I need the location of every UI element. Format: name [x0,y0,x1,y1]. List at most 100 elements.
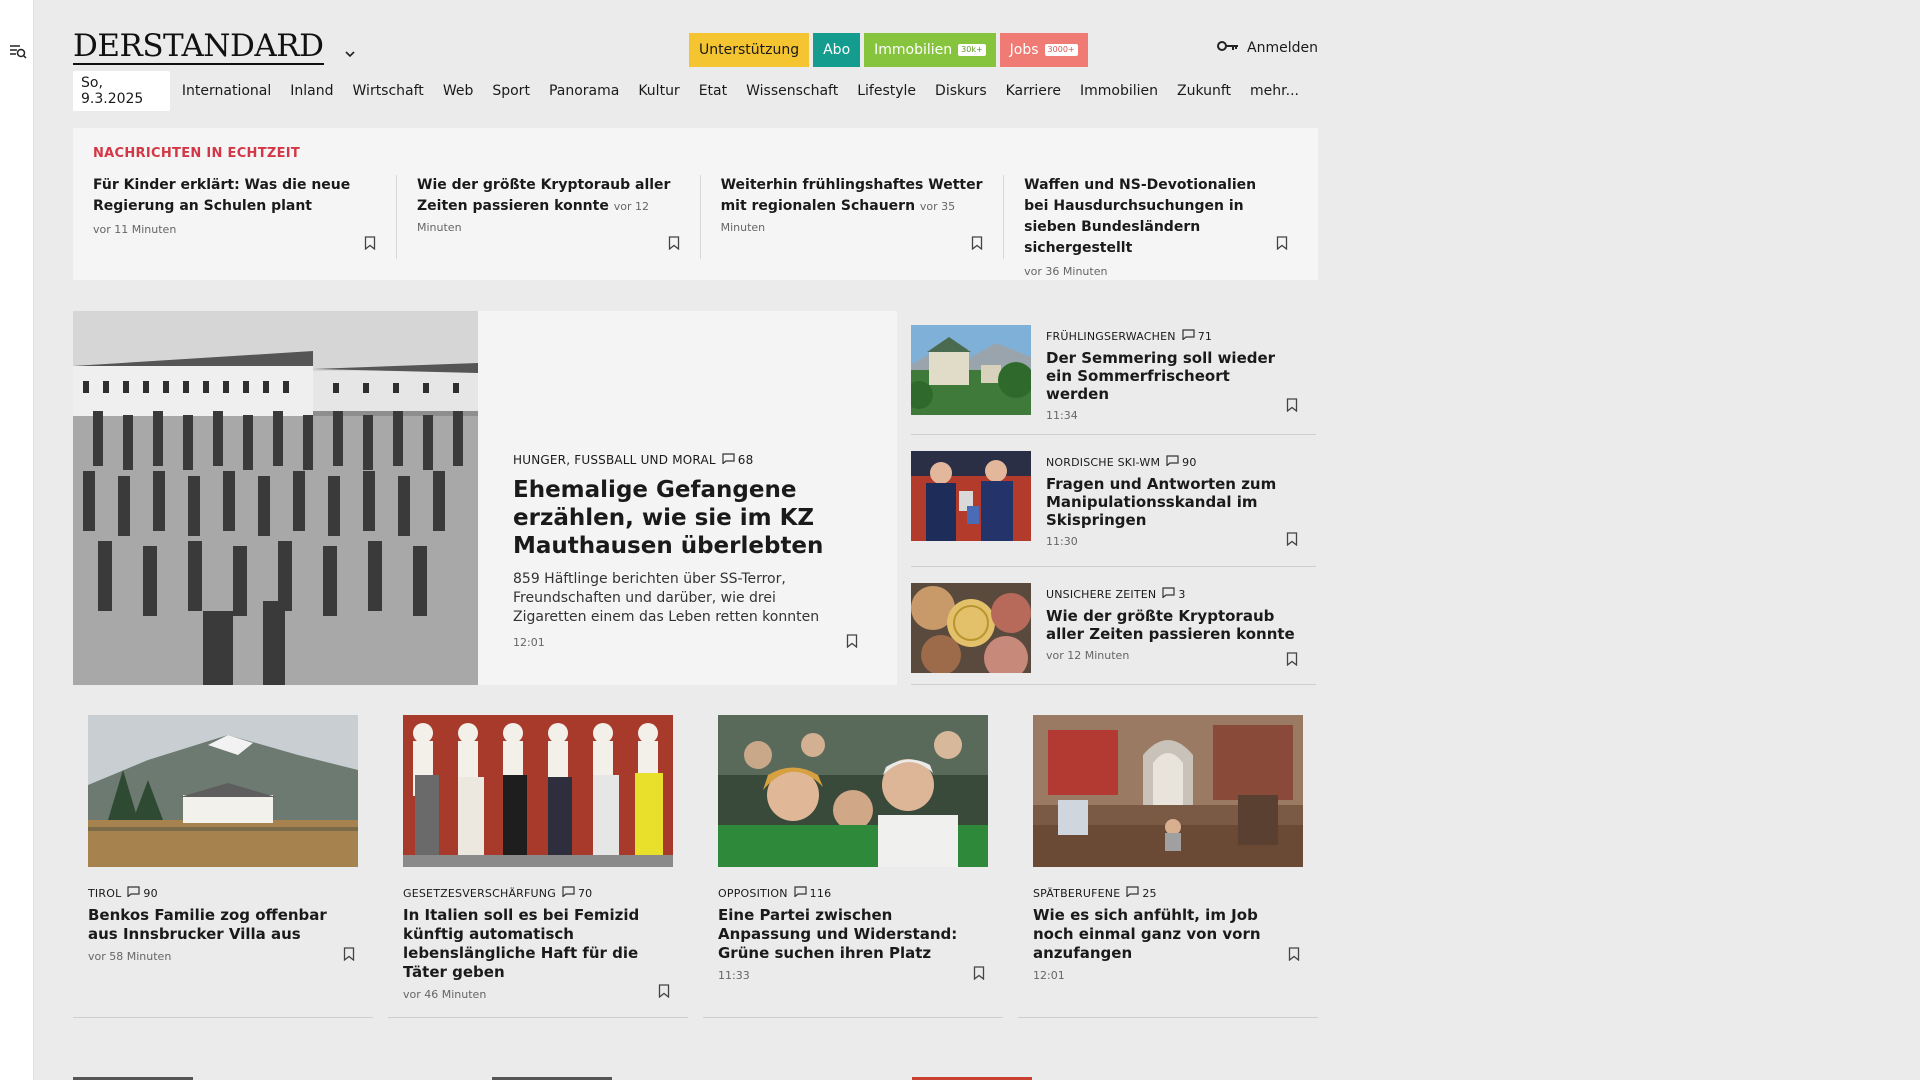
bookmark-icon[interactable] [973,965,985,981]
abo-label: Abo [823,42,851,58]
bookmark-icon[interactable] [364,235,376,251]
bookmark-icon[interactable] [343,946,355,962]
nav-item-diskurs[interactable]: Diskurs [935,83,987,99]
live-news-ticker: NACHRICHTEN IN ECHTZEIT Für Kinder erklä… [73,128,1318,280]
nav-item-wissenschaft[interactable]: Wissenschaft [746,83,838,99]
story-card[interactable]: SPÄTBERUFENE 25 Wie es sich anfühlt, im … [1018,715,1318,1018]
nav-item-immobilien[interactable]: Immobilien [1080,83,1158,99]
story-card-kicker: SPÄTBERUFENE [1033,886,1121,900]
side-story[interactable]: UNSICHERE ZEITEN 3 Wie der größte Krypto… [911,567,1316,685]
side-story-kicker: NORDISCHE SKI-WM [1046,455,1161,469]
bookmark-icon[interactable] [668,235,680,251]
ticker-item[interactable]: Waffen und NS-Devotionalien bei Hausdurc… [1003,175,1298,278]
story-card-time: vor 46 Minuten [403,988,487,1001]
comment-count[interactable]: 71 [1182,329,1212,343]
side-story-title[interactable]: Fragen und Antworten zum Manipulationssk… [1046,475,1296,529]
lead-story[interactable]: HUNGER, FUSSBALL UND MORAL 68 Ehemalige … [73,311,897,685]
nav-item-panorama[interactable]: Panorama [549,83,619,99]
bookmark-icon[interactable] [1276,235,1288,251]
nav-item-wirtschaft[interactable]: Wirtschaft [353,83,424,99]
bookmark-icon[interactable] [1286,397,1298,413]
comment-count-value: 68 [737,453,754,467]
story-card-time: 12:01 [1033,969,1065,982]
bookmark-icon[interactable] [1286,531,1298,547]
ticker-item-title: Waffen und NS-Devotionalien bei Hausdurc… [1024,177,1257,256]
ticker-item[interactable]: Wie der größte Kryptoraub aller Zeiten p… [396,175,700,259]
comment-count[interactable]: 3 [1162,587,1185,601]
nav-item-etat[interactable]: Etat [699,83,727,99]
story-card-image[interactable] [718,715,988,867]
side-story-time: vor 12 Minuten [1046,649,1130,662]
comment-count-value: 70 [577,886,593,900]
jobs-label: Jobs [1009,42,1039,58]
comment-icon [562,886,575,900]
side-story-title[interactable]: Wie der größte Kryptoraub aller Zeiten p… [1046,607,1296,643]
support-button[interactable]: Unterstützung [689,33,810,67]
ticker-item-time: vor 36 Minuten [1024,265,1108,278]
lead-story-kicker: HUNGER, FUSSBALL UND MORAL [513,453,716,467]
immobilien-badge: 30k+ [958,44,986,56]
story-card[interactable]: TIROL 90 Benkos Familie zog offenbar aus… [73,715,373,1018]
nav-item-web[interactable]: Web [443,83,474,99]
story-card-kicker: TIROL [88,886,122,900]
ticker-item[interactable]: Für Kinder erklärt: Was die neue Regieru… [93,175,396,259]
story-card-time: 11:33 [718,969,750,982]
lead-story-time: 12:01 [513,636,545,649]
comment-count[interactable]: 70 [562,886,592,900]
nav-item-zukunft[interactable]: Zukunft [1177,83,1231,99]
bookmark-icon[interactable] [1288,946,1300,962]
side-story-title[interactable]: Der Semmering soll wieder ein Sommerfris… [1046,349,1296,403]
login-button[interactable]: Anmelden [1217,40,1318,56]
chevron-down-icon[interactable] [344,45,356,57]
comment-count[interactable]: 90 [1166,455,1196,469]
comment-icon [1126,886,1139,900]
comment-count[interactable]: 116 [794,886,832,900]
story-card-title[interactable]: Eine Partei zwischen Anpassung und Wider… [718,906,988,963]
nav-item-lifestyle[interactable]: Lifestyle [857,83,916,99]
jobs-button[interactable]: Jobs 3000+ [999,33,1088,67]
nav-item-kultur[interactable]: Kultur [638,83,679,99]
bookmark-icon[interactable] [971,235,983,251]
side-story-image[interactable] [911,451,1031,541]
ticker-heading: NACHRICHTEN IN ECHTZEIT [93,146,301,161]
left-sidebar [0,0,34,1080]
comment-count[interactable]: 90 [127,886,158,900]
key-icon [1217,40,1239,56]
nav-item-international[interactable]: International [182,83,271,99]
nav-item-karriere[interactable]: Karriere [1006,83,1061,99]
comment-count[interactable]: 68 [722,453,754,467]
nav-item-sport[interactable]: Sport [492,83,530,99]
story-card[interactable]: OPPOSITION 116 Eine Partei zwischen Anpa… [703,715,1003,1018]
comment-count-value: 90 [1182,455,1197,469]
side-story-image[interactable] [911,583,1031,673]
story-card-image[interactable] [88,715,358,867]
story-card-title[interactable]: Wie es sich anfühlt, im Job noch einmal … [1033,906,1303,963]
menu-search-icon[interactable] [8,42,28,62]
promo-bar: Unterstützung Abo Immobilien 30k+ Jobs 300… [689,33,1088,67]
side-story-time: 11:30 [1046,535,1078,548]
nav-item-more[interactable]: mehr... [1250,83,1299,99]
comment-count[interactable]: 25 [1126,886,1157,900]
bookmark-icon[interactable] [658,983,670,999]
story-card-title[interactable]: Benkos Familie zog offenbar aus Innsbruc… [88,906,358,944]
immobilien-button[interactable]: Immobilien 30k+ [864,33,996,67]
side-story[interactable]: FRÜHLINGSERWACHEN 71 Der Semmering soll … [911,311,1316,435]
abo-button[interactable]: Abo [813,33,861,67]
comment-count-value: 71 [1197,329,1213,343]
side-story[interactable]: NORDISCHE SKI-WM 90 Fragen und Antworten… [911,435,1316,567]
site-logo[interactable]: DERSTANDARD [73,30,324,65]
lead-story-image[interactable] [73,311,478,685]
side-story-image[interactable] [911,325,1031,415]
bookmark-icon[interactable] [846,633,858,649]
support-label: Unterstützung [699,42,800,58]
lead-story-title[interactable]: Ehemalige Gefangene erzählen, wie sie im… [513,476,833,560]
logo-area: DERSTANDARD [73,30,356,65]
story-card-image[interactable] [1033,715,1303,867]
comment-icon [1162,587,1175,601]
nav-item-inland[interactable]: Inland [290,83,333,99]
story-card[interactable]: GESETZESVERSCHÄRFUNG 70 In Italien soll … [388,715,688,1018]
ticker-item[interactable]: Weiterhin frühlingshaftes Wetter mit reg… [699,175,1004,259]
story-card-title[interactable]: In Italien soll es bei Femizid künftig a… [403,906,673,982]
story-card-image[interactable] [403,715,673,867]
bookmark-icon[interactable] [1286,651,1298,667]
